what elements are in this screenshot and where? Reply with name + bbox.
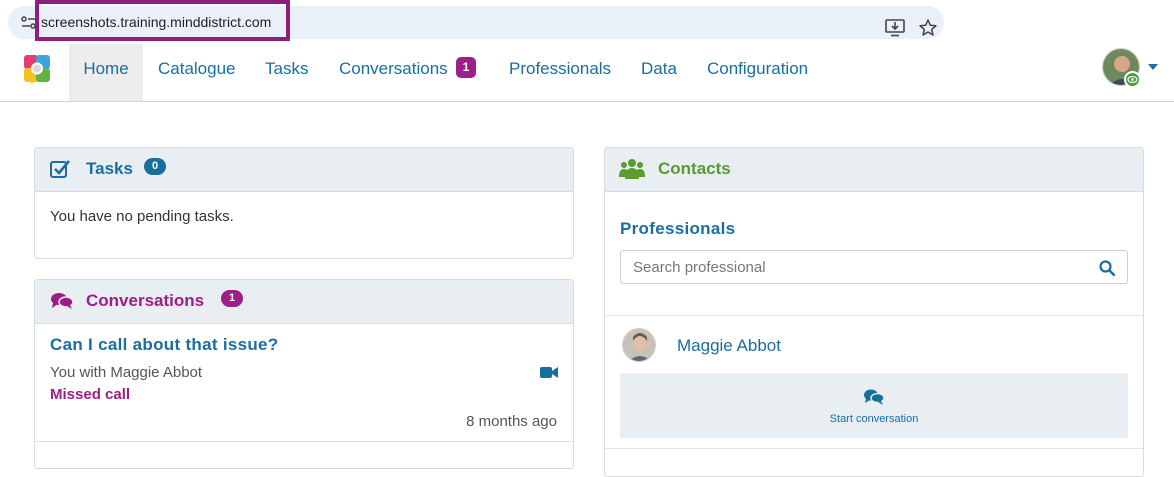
search-icon[interactable] <box>1099 260 1115 276</box>
nav-home[interactable]: Home <box>69 44 143 101</box>
conversation-status: Missed call <box>50 386 131 403</box>
contact-avatar-image <box>623 329 655 361</box>
contact-name[interactable]: Maggie Abbot <box>677 336 781 356</box>
tasks-count-badge: 0 <box>144 158 167 175</box>
contact-avatar[interactable] <box>622 328 656 362</box>
star-icon[interactable] <box>918 18 938 38</box>
chat-icon <box>864 389 885 405</box>
check-icon <box>50 160 70 178</box>
start-conversation-button[interactable]: Start conversation <box>620 373 1128 438</box>
divider <box>35 441 573 442</box>
tasks-panel-header: Tasks 0 <box>35 148 573 192</box>
nav-data-label: Data <box>641 59 677 78</box>
nav-conversations[interactable]: Conversations 1 <box>339 44 477 101</box>
video-icon <box>540 367 558 378</box>
nav-tasks-label: Tasks <box>265 59 309 78</box>
nav-catalogue-label: Catalogue <box>158 59 236 78</box>
conversations-count-badge: 1 <box>221 290 244 307</box>
nav-catalogue[interactable]: Catalogue <box>158 44 236 101</box>
url-text[interactable]: screenshots.training.minddistrict.com <box>41 14 271 30</box>
main-navigation: Home Catalogue Tasks Conversations 1 Prof… <box>0 44 1174 102</box>
professionals-heading: Professionals <box>620 219 736 238</box>
minddistrict-logo[interactable] <box>22 53 52 85</box>
nav-configuration-label: Configuration <box>707 59 809 78</box>
start-conversation-label: Start conversation <box>829 413 919 425</box>
contacts-panel-header: Contacts <box>605 148 1143 192</box>
nav-conversations-label: Conversations <box>339 59 448 78</box>
group-icon <box>619 159 645 179</box>
conversation-participants: You with Maggie Abbot <box>50 364 203 381</box>
contacts-panel: Contacts Professionals Maggie Abbot Star… <box>604 147 1144 477</box>
chat-icon <box>51 293 74 309</box>
conversations-panel-header: Conversations 1 <box>35 280 573 324</box>
conversations-panel-title[interactable]: Conversations <box>86 291 204 311</box>
conversation-subject[interactable]: Can I call about that issue? <box>50 335 279 355</box>
browser-bar: screenshots.training.minddistrict.com <box>0 0 1174 44</box>
caret-down-icon[interactable] <box>1148 64 1158 70</box>
divider <box>605 448 1143 449</box>
conversations-panel: Conversations 1 Can I call about that is… <box>34 279 574 469</box>
search-professional-input[interactable] <box>620 250 1128 284</box>
nav-conversations-badge: 1 <box>455 57 477 79</box>
install-icon[interactable] <box>885 19 905 37</box>
nav-professionals[interactable]: Professionals <box>509 44 611 101</box>
divider <box>605 315 1143 316</box>
conversation-time: 8 months ago <box>466 413 557 430</box>
contacts-panel-title: Contacts <box>658 159 731 178</box>
nav-data[interactable]: Data <box>641 44 677 101</box>
eye-icon <box>1124 71 1141 88</box>
tasks-panel: Tasks 0 You have no pending tasks. <box>34 147 574 259</box>
nav-professionals-label: Professionals <box>509 59 612 78</box>
nav-home-label: Home <box>83 59 129 78</box>
tasks-panel-title[interactable]: Tasks <box>86 159 133 179</box>
nav-tasks[interactable]: Tasks <box>265 44 308 101</box>
tasks-empty-message: You have no pending tasks. <box>50 208 234 225</box>
nav-configuration[interactable]: Configuration <box>707 44 808 101</box>
